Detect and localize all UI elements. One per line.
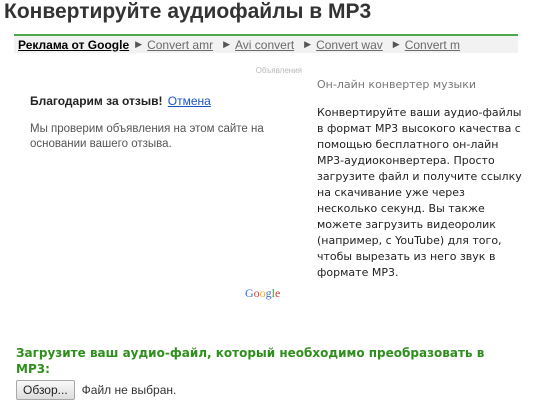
adlink-convert-m[interactable]: ▶ Convert m bbox=[393, 38, 460, 52]
triangle-right-icon: ▶ bbox=[392, 39, 400, 49]
adlink-convert-wav[interactable]: ▶ Convert wav bbox=[304, 38, 383, 52]
google-logo: Google bbox=[245, 286, 280, 301]
upload-heading: Загрузите ваш аудио-файл, который необхо… bbox=[16, 346, 485, 376]
review-note: Мы проверим объявления на этом сайте на … bbox=[30, 123, 264, 150]
triangle-right-icon: ▶ bbox=[223, 39, 231, 49]
thanks-text: Благодарим за отзыв! bbox=[30, 94, 163, 108]
adlink-label: Avi convert bbox=[235, 37, 295, 52]
ad-links-bar: Реклама от Google ▶ Convert amr ▶ Avi co… bbox=[14, 34, 518, 53]
ads-by-google-link[interactable]: Реклама от Google bbox=[18, 38, 129, 52]
adlink-convert-amr[interactable]: ▶ Convert amr bbox=[135, 38, 213, 52]
google-logo-letter: e bbox=[275, 286, 281, 300]
triangle-right-icon: ▶ bbox=[304, 39, 312, 49]
cancel-link[interactable]: Отмена bbox=[168, 94, 211, 108]
description-text: Конвертируйте ваши аудио-файлы в формат … bbox=[317, 106, 522, 279]
adlink-label: Convert amr bbox=[147, 37, 214, 52]
description-title: Он-лайн конвертер музыки bbox=[317, 78, 477, 91]
browse-button[interactable]: Обзор... bbox=[16, 380, 75, 400]
page-title: Конвертируйте аудиофайлы в MP3 bbox=[4, 0, 372, 23]
description-panel: Он-лайн конвертер музыки Конвертируйте в… bbox=[317, 78, 522, 281]
ads-marker: Объявления bbox=[255, 66, 302, 75]
adlink-label: Convert m bbox=[404, 37, 461, 52]
adlink-avi-convert[interactable]: ▶ Avi convert bbox=[223, 38, 294, 52]
triangle-right-icon: ▶ bbox=[135, 39, 143, 49]
file-status: Файл не выбран. bbox=[81, 383, 177, 397]
adlink-label: Convert wav bbox=[316, 37, 383, 52]
feedback-thanks: Благодарим за отзыв! Отмена bbox=[30, 94, 211, 108]
google-logo-letter: G bbox=[245, 286, 254, 300]
file-upload-control: Обзор... Файл не выбран. bbox=[16, 380, 176, 400]
ad-feedback-block: Объявления Благодарим за отзыв! Отмена М… bbox=[16, 66, 306, 310]
